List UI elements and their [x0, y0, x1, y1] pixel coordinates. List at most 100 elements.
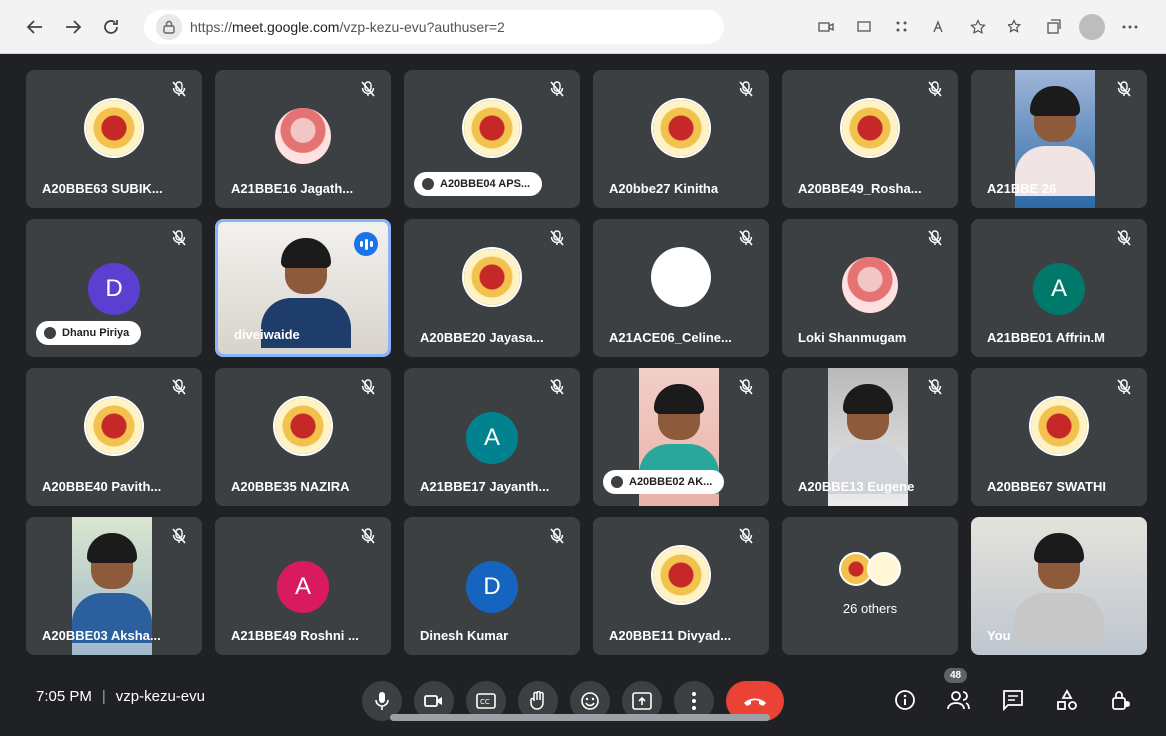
participant-tile[interactable]: A20BBE02 AK...	[593, 368, 769, 506]
mic-off-icon	[168, 376, 190, 398]
mic-off-icon	[924, 78, 946, 100]
raised-hand-icon	[422, 178, 434, 190]
back-button[interactable]	[16, 8, 54, 46]
host-controls-button[interactable]	[1104, 682, 1138, 718]
favorites-icon[interactable]	[1000, 11, 1032, 43]
mic-off-icon	[357, 525, 379, 547]
mic-off-icon	[168, 78, 190, 100]
participant-name: A20BBE02 AK...	[629, 476, 713, 488]
more-menu-icon[interactable]	[1114, 11, 1146, 43]
participant-name: A20BBE40 Pavith...	[42, 479, 162, 494]
participant-tile[interactable]: A20BBE67 SWATHI	[971, 368, 1147, 506]
raised-hand-icon	[44, 327, 56, 339]
lock-person-icon	[1112, 691, 1130, 710]
others-count-label: 26 others	[842, 601, 898, 616]
college-emblem-avatar	[275, 398, 331, 454]
participant-tile[interactable]: A A21BBE49 Roshni ...	[215, 517, 391, 655]
participant-name: A20BBE49_Rosha...	[798, 181, 922, 196]
hand-icon	[530, 691, 544, 710]
college-emblem-avatar	[653, 547, 709, 603]
profile-avatar[interactable]	[1076, 11, 1108, 43]
mic-off-icon	[1113, 227, 1135, 249]
speaking-indicator-icon	[354, 232, 378, 256]
participant-name: A21BBE17 Jayanth...	[420, 479, 550, 494]
participant-name: A20BBE63 SUBIK...	[42, 181, 163, 196]
letter-avatar: A	[1033, 263, 1085, 315]
participant-tile[interactable]: A20BBE04 APS...	[404, 70, 580, 208]
college-emblem-avatar	[842, 100, 898, 156]
participant-tile[interactable]: 26 others	[782, 517, 958, 655]
meeting-details-button[interactable]	[888, 682, 922, 718]
lock-icon	[156, 13, 182, 40]
meeting-info: 7:05 PM | vzp-kezu-evu	[36, 688, 205, 705]
participant-tile[interactable]: A20BBE35 NAZIRA	[215, 368, 391, 506]
url-host: meet.google.com	[232, 18, 340, 35]
favorite-add-icon[interactable]	[962, 11, 994, 43]
participant-tile[interactable]: A21BBE16 Jagath...	[215, 70, 391, 208]
participant-tile[interactable]: diveiwaide	[215, 219, 391, 357]
participant-tile[interactable]: A20bbe27 Kinitha	[593, 70, 769, 208]
mic-off-icon	[168, 227, 190, 249]
mic-off-icon	[735, 376, 757, 398]
address-bar[interactable]: https://meet.google.com/vzp-kezu-evu?aut…	[144, 9, 724, 44]
forward-button[interactable]	[54, 8, 92, 46]
participant-tile[interactable]: A20BBE03 Aksha...	[26, 517, 202, 655]
participant-name: A20BBE03 Aksha...	[42, 628, 161, 643]
emoji-icon	[581, 692, 599, 710]
people-icon	[947, 691, 970, 710]
mic-off-icon	[1113, 376, 1135, 398]
participant-name: A21ACE06_Celine...	[609, 330, 732, 345]
participant-tile[interactable]: D Dhanu Piriya	[26, 219, 202, 357]
refresh-icon	[104, 19, 118, 34]
meeting-controls-bar: 7:05 PM | vzp-kezu-evu CC 48	[0, 664, 1166, 736]
participant-name: A21BBE16 Jagath...	[231, 181, 354, 196]
camera-site-icon[interactable]	[810, 11, 842, 43]
participant-grid: A20BBE63 SUBIK... A21BBE16 Jagath... A20BB…	[26, 70, 1148, 655]
chat-button[interactable]	[996, 682, 1030, 718]
participant-name: Loki Shanmugam	[798, 330, 907, 345]
people-button[interactable]: 48	[942, 668, 976, 718]
participant-tile[interactable]: You	[971, 517, 1147, 655]
participant-tile[interactable]: A20BBE20 Jayasa...	[404, 219, 580, 357]
participant-tile[interactable]: A20BBE11 Divyad...	[593, 517, 769, 655]
company-logo-avatar	[653, 249, 709, 305]
letter-avatar: A	[466, 412, 518, 464]
participant-tile[interactable]: A21ACE06_Celine...	[593, 219, 769, 357]
arrow-left-icon	[26, 19, 42, 34]
college-emblem-avatar	[464, 100, 520, 156]
participant-tile[interactable]: A20BBE40 Pavith...	[26, 368, 202, 506]
participant-tile[interactable]: A20BBE13 Eugene	[782, 368, 958, 506]
participant-name: A21BBE 26	[987, 181, 1057, 196]
reload-button[interactable]	[92, 8, 130, 46]
end-call-icon	[744, 698, 766, 706]
participant-tile[interactable]: A21BBE 26	[971, 70, 1147, 208]
horizontal-scrollbar[interactable]	[390, 714, 770, 721]
collections-icon[interactable]	[1038, 11, 1070, 43]
mic-off-icon	[735, 78, 757, 100]
read-aloud-icon[interactable]	[924, 11, 956, 43]
activities-button[interactable]	[1050, 682, 1084, 718]
meeting-separator: |	[101, 688, 106, 705]
participant-tile[interactable]: A A21BBE01 Affrin.M	[971, 219, 1147, 357]
cast-icon[interactable]	[848, 11, 880, 43]
participant-tile[interactable]: A20BBE49_Rosha...	[782, 70, 958, 208]
profile-photo-avatar	[275, 108, 331, 164]
mic-off-icon	[357, 78, 379, 100]
participant-tile[interactable]: D Dinesh Kumar	[404, 517, 580, 655]
participant-name: A21BBE49 Roshni ...	[231, 628, 359, 643]
mic-off-icon	[357, 376, 379, 398]
url-path: /vzp-kezu-evu?authuser=2	[339, 18, 505, 35]
apps-icon[interactable]	[886, 11, 918, 43]
participant-name: Dinesh Kumar	[420, 628, 509, 643]
letter-avatar: D	[466, 561, 518, 613]
raised-hand-name-pill: Dhanu Piriya	[36, 321, 142, 345]
more-vert-icon	[692, 692, 696, 710]
participant-tile[interactable]: A A21BBE17 Jayanth...	[404, 368, 580, 506]
participant-tile[interactable]: A20BBE63 SUBIK...	[26, 70, 202, 208]
participant-tile[interactable]: Loki Shanmugam	[782, 219, 958, 357]
participant-name: Dhanu Piriya	[62, 327, 130, 339]
mic-off-icon	[735, 525, 757, 547]
college-emblem-avatar	[86, 398, 142, 454]
profile-icon	[1079, 14, 1105, 40]
info-icon	[895, 690, 915, 710]
